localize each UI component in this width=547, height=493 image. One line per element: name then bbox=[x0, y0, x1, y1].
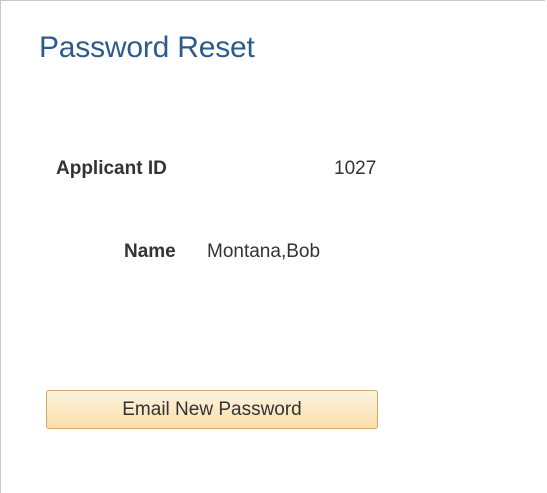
applicant-id-value: 1027 bbox=[334, 158, 377, 179]
page-title: Password Reset bbox=[39, 31, 255, 64]
email-new-password-button[interactable]: Email New Password bbox=[46, 390, 378, 429]
name-value: Montana,Bob bbox=[207, 241, 321, 262]
page-frame: Password Reset Applicant ID 1027 Name Mo… bbox=[0, 0, 545, 493]
applicant-id-label: Applicant ID bbox=[56, 158, 167, 179]
name-label: Name bbox=[124, 241, 176, 262]
